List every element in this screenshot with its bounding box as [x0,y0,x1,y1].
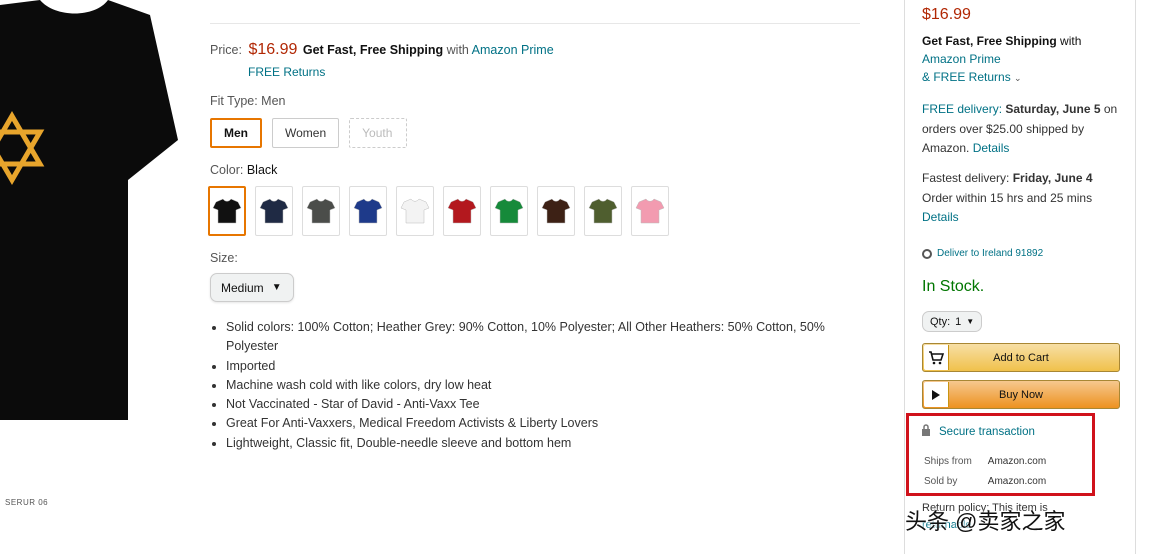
buy-now-label: Buy Now [998,388,1044,401]
quantity-dropdown[interactable]: Qty: 1 ▼ [922,311,982,332]
tshirt-swatch-icon [541,198,571,224]
bullet-item: Machine wash cold with like colors, dry … [226,376,866,395]
tshirt-swatch-icon [306,198,336,224]
fit-type-options: Men Women Youth [210,118,408,148]
color-selected: Black [246,163,278,177]
add-to-cart-label: Add to Cart [993,351,1049,364]
color-swatch[interactable] [349,186,387,236]
free-delivery-label[interactable]: FREE delivery: [922,102,1002,116]
color-swatch[interactable] [490,186,528,236]
tshirt-swatch-icon [447,198,477,224]
deliver-to-text: Deliver to Ireland 91892 [937,248,1044,259]
secure-transaction-link[interactable]: Secure transaction [921,424,1035,439]
color-swatch[interactable] [255,186,293,236]
ships-from-label: Ships from [924,456,972,467]
ships-from-table: Ships from Amazon.com Sold by Amazon.com [922,451,1062,493]
buybox-prime-link[interactable]: Amazon Prime [922,52,1001,66]
fit-option-women[interactable]: Women [272,118,340,148]
color-swatches [208,186,669,236]
size-selected: Medium [221,280,264,295]
buybox-price: $16.99 [922,6,971,23]
add-to-cart-button[interactable]: Add to Cart [922,343,1120,372]
color-label: Color: Black [210,163,277,177]
buybox-delivery: FREE delivery: Saturday, June 5 on order… [922,100,1124,159]
color-swatch[interactable] [584,186,622,236]
color-swatch[interactable] [396,186,434,236]
sold-by-value[interactable]: Amazon.com [988,473,1060,491]
fit-option-men[interactable]: Men [210,118,262,148]
bullet-item: Solid colors: 100% Cotton; Heather Grey:… [226,318,866,357]
buybox-shipping-with: with [1060,34,1082,48]
prime-link[interactable]: Amazon Prime [472,43,554,57]
ships-from-value: Amazon.com [987,456,1047,467]
size-dropdown[interactable]: Medium ▼ [210,273,294,302]
secure-transaction-text: Secure transaction [939,425,1035,438]
fit-option-youth[interactable]: Youth [349,118,408,148]
fastest-details-link[interactable]: Details [922,210,959,224]
buybox-shipping: Get Fast, Free Shipping with Amazon Prim… [922,32,1122,87]
buybox-shipping-bold: Get Fast, Free Shipping [922,34,1057,48]
tshirt-image [0,0,178,420]
fastest-date: Friday, June 4 [1012,171,1093,185]
image-caption: SERUR 06 [5,498,49,507]
bullet-item: Not Vaccinated - Star of David - Anti-Va… [226,395,866,414]
fastest-label: Fastest delivery: [922,171,1010,185]
chevron-down-icon: ▼ [966,317,975,326]
bullet-item: Lightweight, Classic fit, Double-needle … [226,434,866,453]
tshirt-swatch-icon [259,198,289,224]
color-swatch[interactable] [631,186,669,236]
price-label: Price: [210,43,242,57]
chevron-down-icon[interactable]: ⌄ [1014,73,1022,83]
buy-now-button[interactable]: Buy Now [922,380,1120,409]
tshirt-swatch-icon [353,198,383,224]
bullet-item: Imported [226,357,866,376]
color-swatch[interactable] [537,186,575,236]
delivery-details-link[interactable]: Details [973,141,1010,155]
buybox-fastest: Fastest delivery: Friday, June 4 Order w… [922,169,1124,228]
quantity-value: 1 [955,315,962,328]
buybox-returns-link[interactable]: & FREE Returns [922,70,1011,84]
tshirt-swatch-icon [400,198,430,224]
watermark-text: 头条 @卖家之家 [905,509,1066,534]
shipping-text: Get Fast, Free Shipping [302,43,444,57]
fit-type-label: Fit Type: Men [210,94,286,108]
color-swatch[interactable] [208,186,246,236]
tshirt-swatch-icon [588,198,618,224]
buy-box: $16.99 Get Fast, Free Shipping with Amaz… [904,0,1136,554]
product-image[interactable] [0,0,185,440]
bullet-item: Great For Anti-Vaxxers, Medical Freedom … [226,414,866,433]
fastest-order-window: Order within 15 hrs and 25 mins [922,190,1093,205]
tshirt-swatch-icon [494,198,524,224]
divider [210,23,860,24]
color-swatch[interactable] [443,186,481,236]
price-amount: $16.99 [248,41,298,58]
quantity-label: Qty: [930,315,951,328]
feature-bullets: Solid colors: 100% Cotton; Heather Grey:… [226,318,866,453]
deliver-to-link[interactable]: Deliver to Ireland 91892 [922,248,1043,259]
cart-icon [924,345,949,370]
lock-icon [921,424,931,439]
location-pin-icon [922,248,932,259]
color-swatch[interactable] [302,186,340,236]
tshirt-swatch-icon [212,198,242,224]
with-text: with [446,43,469,57]
watermark: 头条 @卖家之家 [905,504,1065,536]
play-icon [924,382,949,407]
stock-status: In Stock. [922,278,985,295]
chevron-down-icon: ▼ [271,282,282,293]
price-row: Price: $16.99 Get Fast, Free Shipping wi… [210,41,554,59]
tshirt-swatch-icon [635,198,665,224]
color-label-text: Color: [210,163,244,177]
sold-by-label: Sold by [924,476,958,487]
size-label: Size: [210,251,238,265]
free-returns-link[interactable]: FREE Returns [248,65,325,79]
delivery-date: Saturday, June 5 [1005,102,1101,116]
